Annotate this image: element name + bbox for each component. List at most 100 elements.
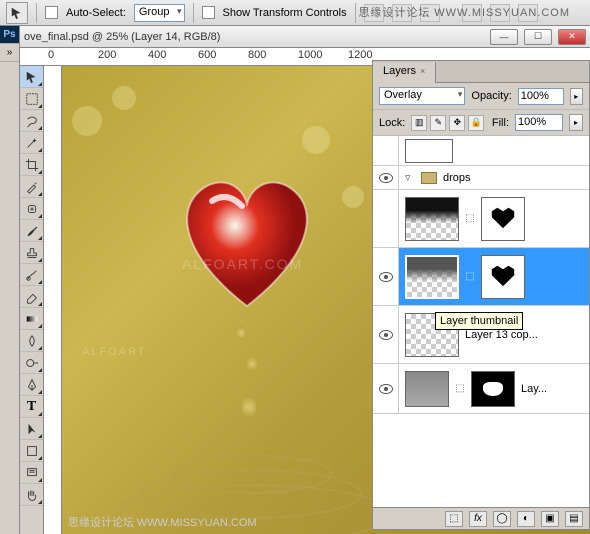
ps-icon[interactable]: Ps	[0, 26, 19, 44]
water-drop	[237, 326, 245, 340]
link-layers-button[interactable]: ⬚	[445, 511, 463, 527]
lock-all-icon[interactable]: 🔒	[468, 115, 484, 131]
lock-position-icon[interactable]: ✥	[449, 115, 465, 131]
visibility-toggle[interactable]	[373, 364, 399, 413]
lasso-tool[interactable]	[20, 110, 43, 132]
history-brush-tool[interactable]	[20, 264, 43, 286]
ruler-tick-label: 0	[48, 49, 54, 61]
notes-tool[interactable]	[20, 462, 43, 484]
page-watermark: 思缘设计论坛 WWW.MISSYUAN.COM	[358, 4, 570, 20]
dodge-tool[interactable]	[20, 352, 43, 374]
hand-tool[interactable]	[20, 484, 43, 506]
separator	[36, 3, 37, 23]
tab-label: Layers	[383, 65, 416, 77]
pen-tool[interactable]	[20, 374, 43, 396]
layers-panel-footer: ⬚ fx ◯ ◐ ▣ ▤	[373, 507, 589, 529]
ruler-tick-label: 400	[148, 49, 166, 61]
eyedropper-tool[interactable]	[20, 176, 43, 198]
lock-pixels-icon[interactable]: ✎	[430, 115, 446, 131]
water-drop	[247, 356, 257, 372]
heart-artwork	[162, 166, 332, 316]
stamp-tool[interactable]	[20, 242, 43, 264]
folder-icon	[421, 172, 437, 184]
marquee-tool[interactable]	[20, 88, 43, 110]
healing-tool[interactable]	[20, 198, 43, 220]
opacity-label: Opacity:	[471, 90, 511, 102]
document-title: ove_final.psd @ 25% (Layer 14, RGB/8)	[24, 31, 484, 43]
gradient-tool[interactable]	[20, 308, 43, 330]
ruler-tick-label: 1200	[348, 49, 372, 61]
expand-icon[interactable]: »	[0, 44, 19, 62]
mask-link-icon[interactable]: ⬚	[455, 383, 465, 395]
window-minimize-button[interactable]: —	[490, 29, 518, 45]
visibility-toggle[interactable]	[373, 166, 399, 189]
visibility-toggle[interactable]	[373, 248, 399, 305]
new-layer-button[interactable]: ▤	[565, 511, 583, 527]
group-expand-icon[interactable]: ▿	[405, 171, 415, 184]
crop-tool[interactable]	[20, 154, 43, 176]
layer-thumbnail[interactable]	[405, 197, 459, 241]
tab-close-icon[interactable]: ×	[420, 66, 425, 76]
fill-input[interactable]: 100%	[515, 114, 563, 131]
bokeh-shape	[342, 186, 364, 208]
opacity-stepper[interactable]: ▸	[570, 88, 583, 105]
layer-mask-thumbnail[interactable]	[481, 197, 525, 241]
window-close-button[interactable]: ✕	[558, 29, 586, 45]
eraser-tool[interactable]	[20, 286, 43, 308]
show-transform-label: Show Transform Controls	[223, 7, 347, 19]
layer-row[interactable]: ⬚	[373, 190, 589, 248]
bokeh-shape	[72, 106, 102, 136]
lock-transparency-icon[interactable]: ▥	[411, 115, 427, 131]
footer-cn: 思缘设计论坛	[68, 517, 134, 529]
layer-row-selected[interactable]: ⬚	[373, 248, 589, 306]
toolbox: T	[20, 66, 44, 534]
eye-icon	[379, 330, 393, 340]
shape-tool[interactable]	[20, 440, 43, 462]
adjustment-layer-button[interactable]: ◐	[517, 511, 535, 527]
move-tool[interactable]	[20, 66, 43, 88]
opacity-input[interactable]: 100%	[518, 88, 564, 105]
path-select-tool[interactable]	[20, 418, 43, 440]
visibility-toggle[interactable]	[373, 306, 399, 363]
fill-label: Fill:	[492, 117, 509, 129]
watermark-site: WWW.MISSYUAN.COM	[434, 7, 570, 19]
visibility-toggle[interactable]	[373, 136, 399, 165]
layer-group-row[interactable]: ▿ drops	[373, 166, 589, 190]
panel-tabs: Layers ×	[373, 61, 589, 83]
layer-row[interactable]: ⬚ Lay...	[373, 364, 589, 414]
lock-label: Lock:	[379, 117, 405, 129]
fx-button[interactable]: fx	[469, 511, 487, 527]
eye-icon	[379, 173, 393, 183]
bokeh-shape	[302, 126, 330, 154]
auto-select-target-select[interactable]: Group	[134, 4, 185, 22]
layer-mask-thumbnail[interactable]	[481, 255, 525, 299]
brush-tool[interactable]	[20, 220, 43, 242]
wand-tool[interactable]	[20, 132, 43, 154]
layer-mask-thumbnail[interactable]	[471, 371, 515, 407]
visibility-toggle[interactable]	[373, 190, 399, 247]
layer-thumbnail[interactable]	[405, 139, 453, 163]
window-maximize-button[interactable]: ☐	[524, 29, 552, 45]
layer-name: Layer 13 cop...	[465, 329, 538, 341]
ruler-tick-label: 1000	[298, 49, 322, 61]
layer-row-top[interactable]	[373, 136, 589, 166]
type-tool[interactable]: T	[20, 396, 43, 418]
layer-list: ▿ drops ⬚ ⬚ Layer thumbnail	[373, 136, 589, 507]
ruler-tick-label: 600	[198, 49, 216, 61]
mask-link-icon[interactable]: ⬚	[465, 271, 475, 283]
add-mask-button[interactable]: ◯	[493, 511, 511, 527]
group-name: drops	[443, 172, 471, 184]
layer-thumbnail[interactable]	[405, 371, 449, 407]
fill-stepper[interactable]: ▸	[569, 114, 583, 131]
layers-tab[interactable]: Layers ×	[373, 62, 436, 83]
auto-select-label: Auto-Select:	[66, 7, 126, 19]
auto-select-checkbox[interactable]	[45, 6, 58, 19]
move-tool-indicator[interactable]	[6, 2, 28, 24]
new-group-button[interactable]: ▣	[541, 511, 559, 527]
eye-icon	[379, 384, 393, 394]
layer-thumbnail[interactable]	[405, 255, 459, 299]
mask-link-icon[interactable]: ⬚	[465, 213, 475, 225]
blend-mode-select[interactable]: Overlay	[379, 87, 465, 105]
show-transform-checkbox[interactable]	[202, 6, 215, 19]
blur-tool[interactable]	[20, 330, 43, 352]
